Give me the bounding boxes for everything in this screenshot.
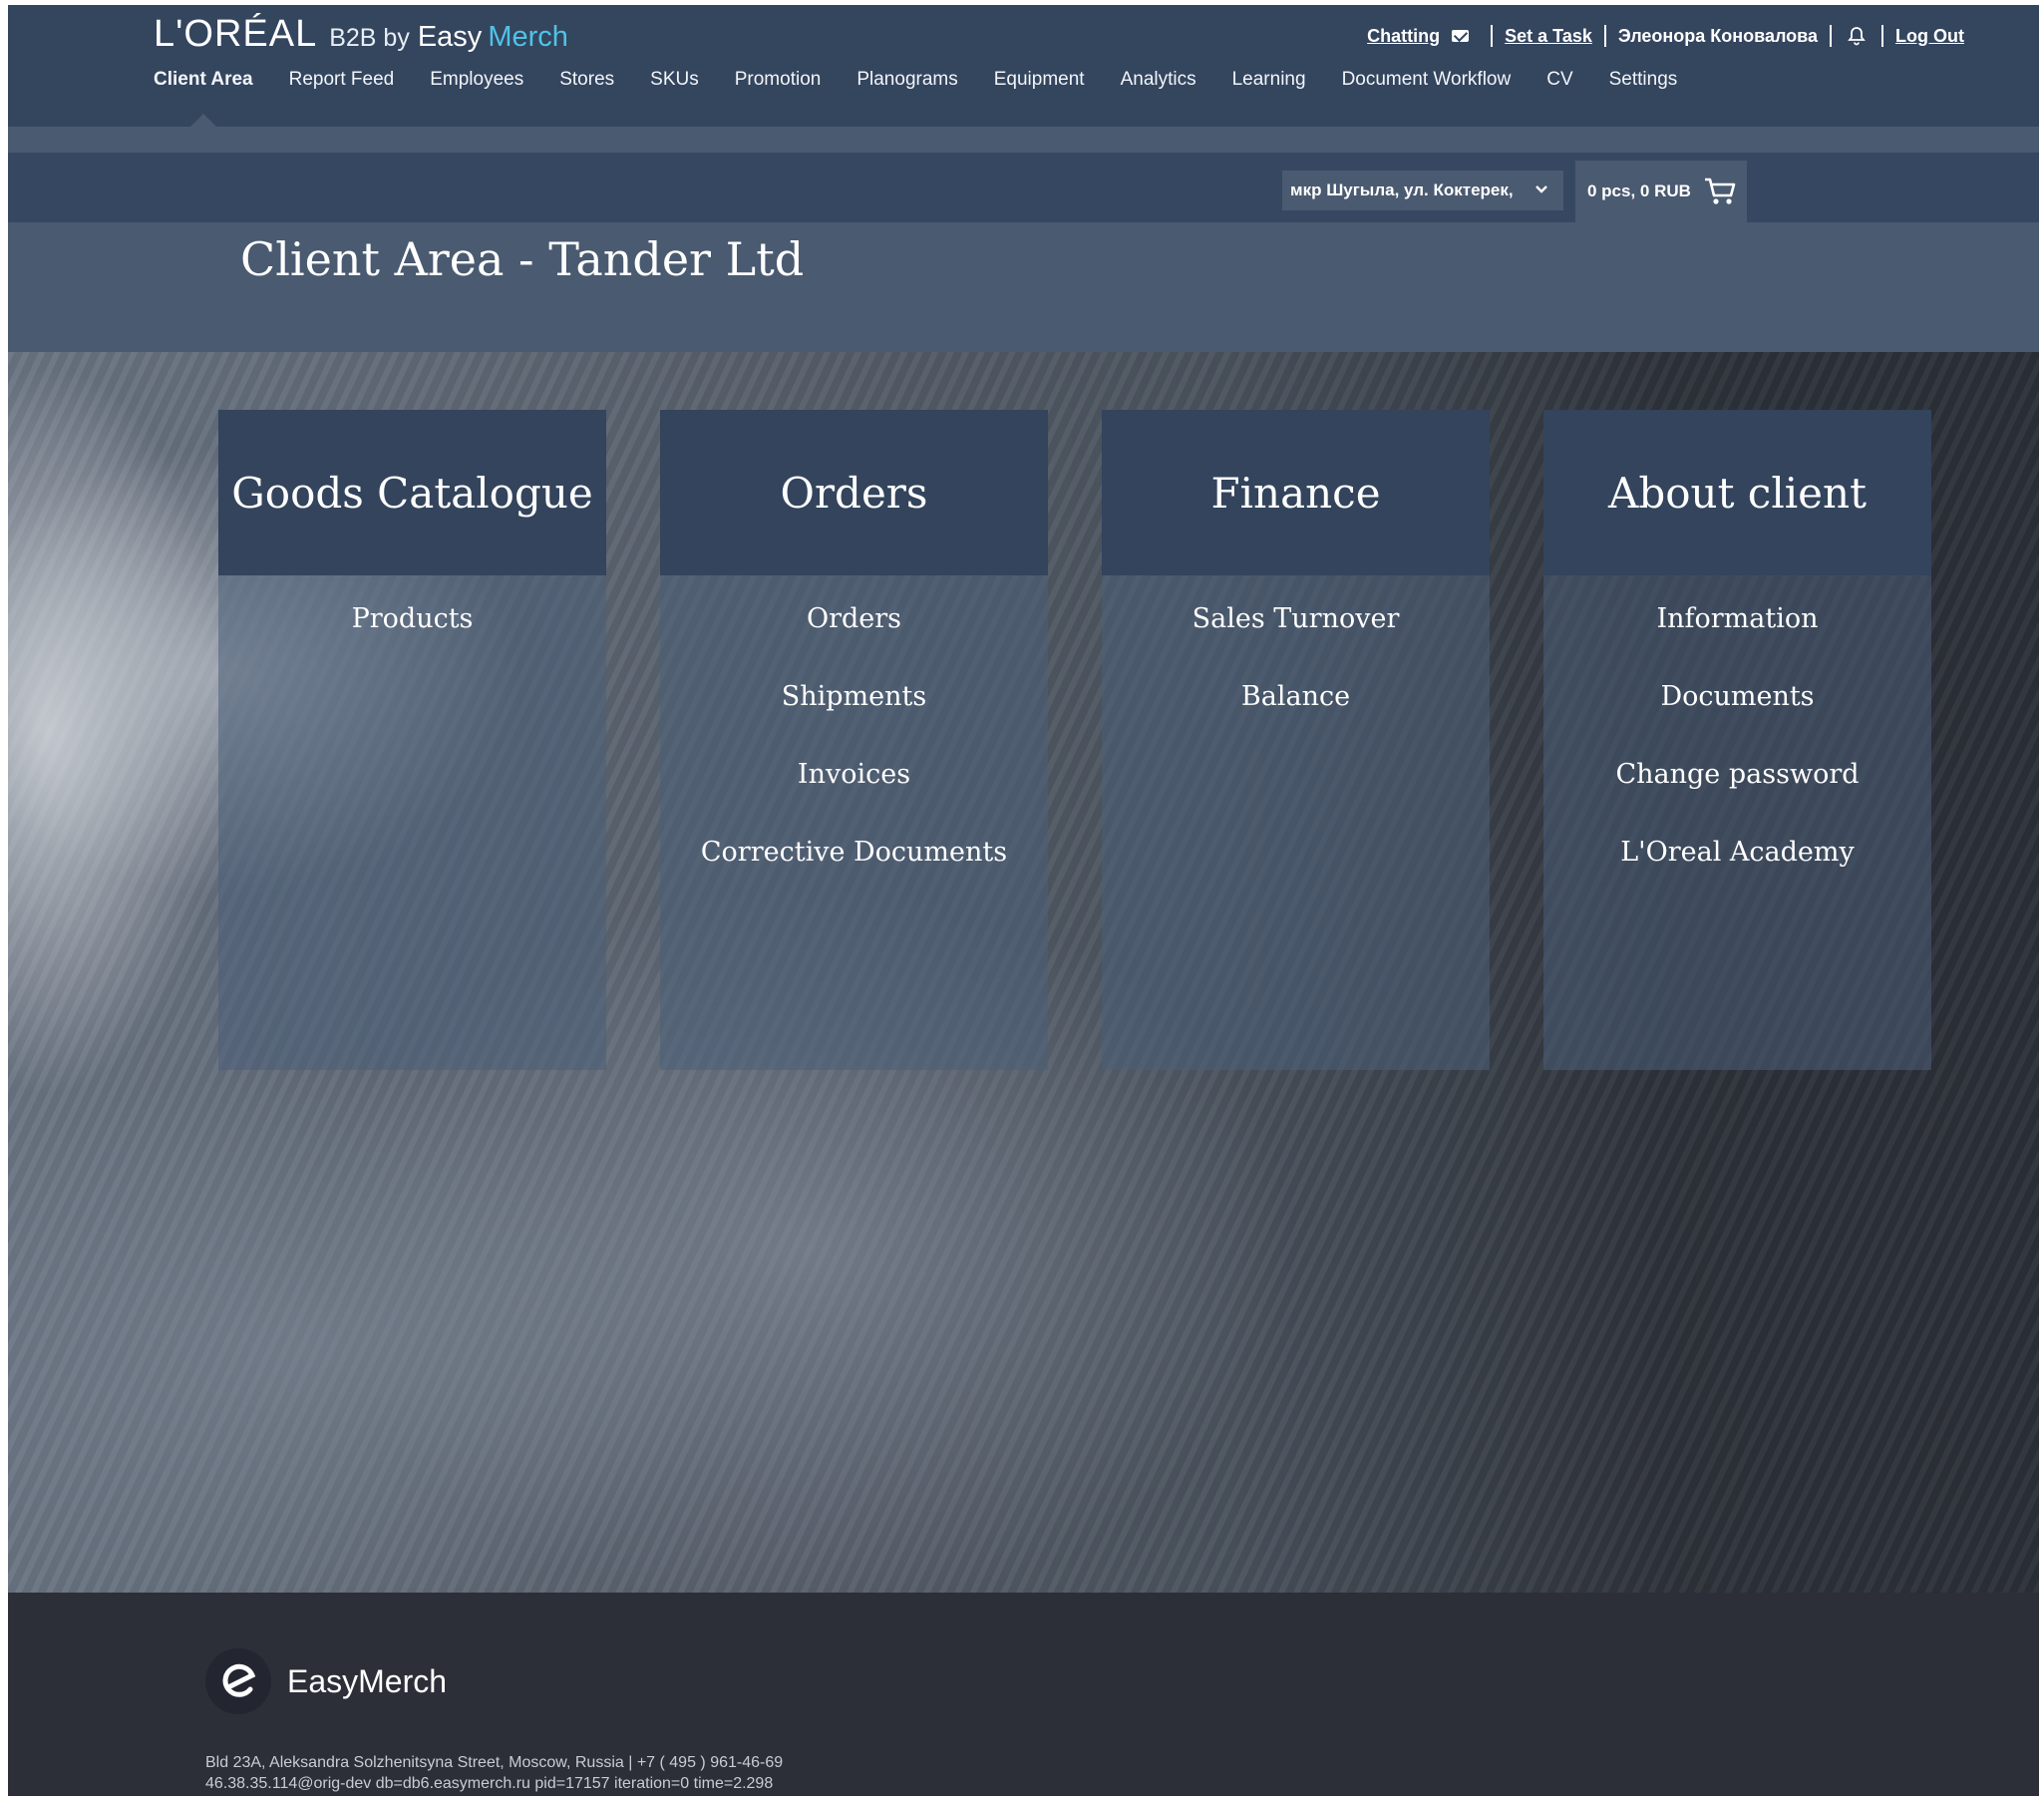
footer-info: Bld 23A, Aleksandra Solzhenitsyna Street… — [205, 1752, 783, 1794]
card-orders: Orders Orders Shipments Invoices Correct… — [660, 410, 1048, 1070]
nav-stores[interactable]: Stores — [559, 69, 614, 91]
chatting-link[interactable]: Chatting — [1367, 26, 1440, 47]
easymerch-logo-icon — [205, 1648, 271, 1714]
card-about-client: About client Information Documents Chang… — [1543, 410, 1931, 1070]
card-body: Products — [218, 575, 606, 1070]
divider — [1830, 25, 1833, 47]
b2b-label: B2B by — [329, 24, 410, 52]
title-bar: Client Area - Tander Ltd — [8, 222, 2039, 352]
divider — [1603, 25, 1606, 47]
easy-label: Easy — [417, 21, 483, 53]
divider — [1881, 25, 1884, 47]
brand-logo[interactable]: L'ORÉAL B2B by Easy Merch — [154, 13, 568, 59]
nav-settings[interactable]: Settings — [1609, 69, 1678, 91]
card-title: About client — [1543, 410, 1931, 575]
logout-link[interactable]: Log Out — [1895, 26, 1964, 47]
nav-equipment[interactable]: Equipment — [994, 69, 1085, 91]
documents-link[interactable]: Documents — [1543, 673, 1931, 751]
nav-document-workflow[interactable]: Document Workflow — [1342, 69, 1512, 91]
main-nav: Client Area Report Feed Employees Stores… — [154, 69, 1713, 130]
cart-summary-text: 0 pcs, 0 RUB — [1587, 181, 1691, 200]
nav-learning[interactable]: Learning — [1232, 69, 1306, 91]
store-toolbar: мкр Шугыла, ул. Коктерек, 0 pcs, 0 RUB — [8, 153, 2039, 222]
shipments-link[interactable]: Shipments — [660, 673, 1048, 751]
app-frame: L'ORÉAL B2B by Easy Merch Chatting Set a… — [8, 5, 2039, 1796]
card-finance: Finance Sales Turnover Balance — [1102, 410, 1490, 1070]
card-title: Finance — [1102, 410, 1490, 575]
corrective-documents-link[interactable]: Corrective Documents — [660, 829, 1048, 906]
cart-summary[interactable]: 0 pcs, 0 RUB — [1575, 161, 1747, 222]
card-title: Orders — [660, 410, 1048, 575]
balance-link[interactable]: Balance — [1102, 673, 1490, 751]
footer: EasyMerch Bld 23A, Aleksandra Solzhenits… — [8, 1593, 2039, 1796]
footer-logo[interactable]: EasyMerch — [205, 1648, 447, 1714]
nav-skus[interactable]: SKUs — [650, 69, 699, 91]
hero-image — [8, 352, 227, 1250]
top-header: L'ORÉAL B2B by Easy Merch Chatting Set a… — [8, 5, 2039, 130]
bell-icon[interactable] — [1848, 26, 1866, 46]
store-select[interactable]: мкр Шугыла, ул. Коктерек, — [1282, 171, 1563, 210]
store-select-value: мкр Шугыла, ул. Коктерек, — [1290, 180, 1514, 199]
set-task-link[interactable]: Set a Task — [1505, 26, 1592, 47]
chevron-down-icon — [1533, 181, 1549, 202]
card-title: Goods Catalogue — [218, 410, 606, 575]
nav-analytics[interactable]: Analytics — [1121, 69, 1196, 91]
footer-brand: EasyMerch — [287, 1662, 448, 1699]
divider — [1491, 25, 1494, 47]
information-link[interactable]: Information — [1543, 595, 1931, 673]
sales-turnover-link[interactable]: Sales Turnover — [1102, 595, 1490, 673]
products-link[interactable]: Products — [218, 595, 606, 673]
cart-icon — [1703, 177, 1737, 211]
nav-cv[interactable]: CV — [1546, 69, 1572, 91]
footer-debug: 46.38.35.114@orig-dev db=db6.easymerch.r… — [205, 1775, 774, 1792]
loreal-academy-link[interactable]: L'Oreal Academy — [1543, 829, 1931, 906]
top-links: Chatting Set a Task Элеонора Коновалова … — [1367, 25, 1964, 47]
card-body: Information Documents Change password L'… — [1543, 575, 1931, 1070]
card-body: Orders Shipments Invoices Corrective Doc… — [660, 575, 1048, 1070]
user-name[interactable]: Элеонора Коновалова — [1618, 26, 1818, 47]
change-password-link[interactable]: Change password — [1543, 751, 1931, 829]
mail-icon[interactable] — [1452, 30, 1470, 42]
nav-client-area[interactable]: Client Area — [154, 69, 253, 130]
orders-link[interactable]: Orders — [660, 595, 1048, 673]
invoices-link[interactable]: Invoices — [660, 751, 1048, 829]
footer-address: Bld 23A, Aleksandra Solzhenitsyna Street… — [205, 1754, 784, 1771]
merch-label: Merch — [488, 21, 568, 53]
nav-planograms[interactable]: Planograms — [856, 69, 957, 91]
page-title: Client Area - Tander Ltd — [240, 232, 805, 286]
nav-promotion[interactable]: Promotion — [735, 69, 822, 91]
nav-report-feed[interactable]: Report Feed — [289, 69, 395, 91]
nav-employees[interactable]: Employees — [430, 69, 523, 91]
brand-name: L'ORÉAL — [154, 13, 318, 55]
card-body: Sales Turnover Balance — [1102, 575, 1490, 1070]
sub-bar — [8, 127, 2039, 153]
card-goods-catalogue: Goods Catalogue Products — [218, 410, 606, 1070]
